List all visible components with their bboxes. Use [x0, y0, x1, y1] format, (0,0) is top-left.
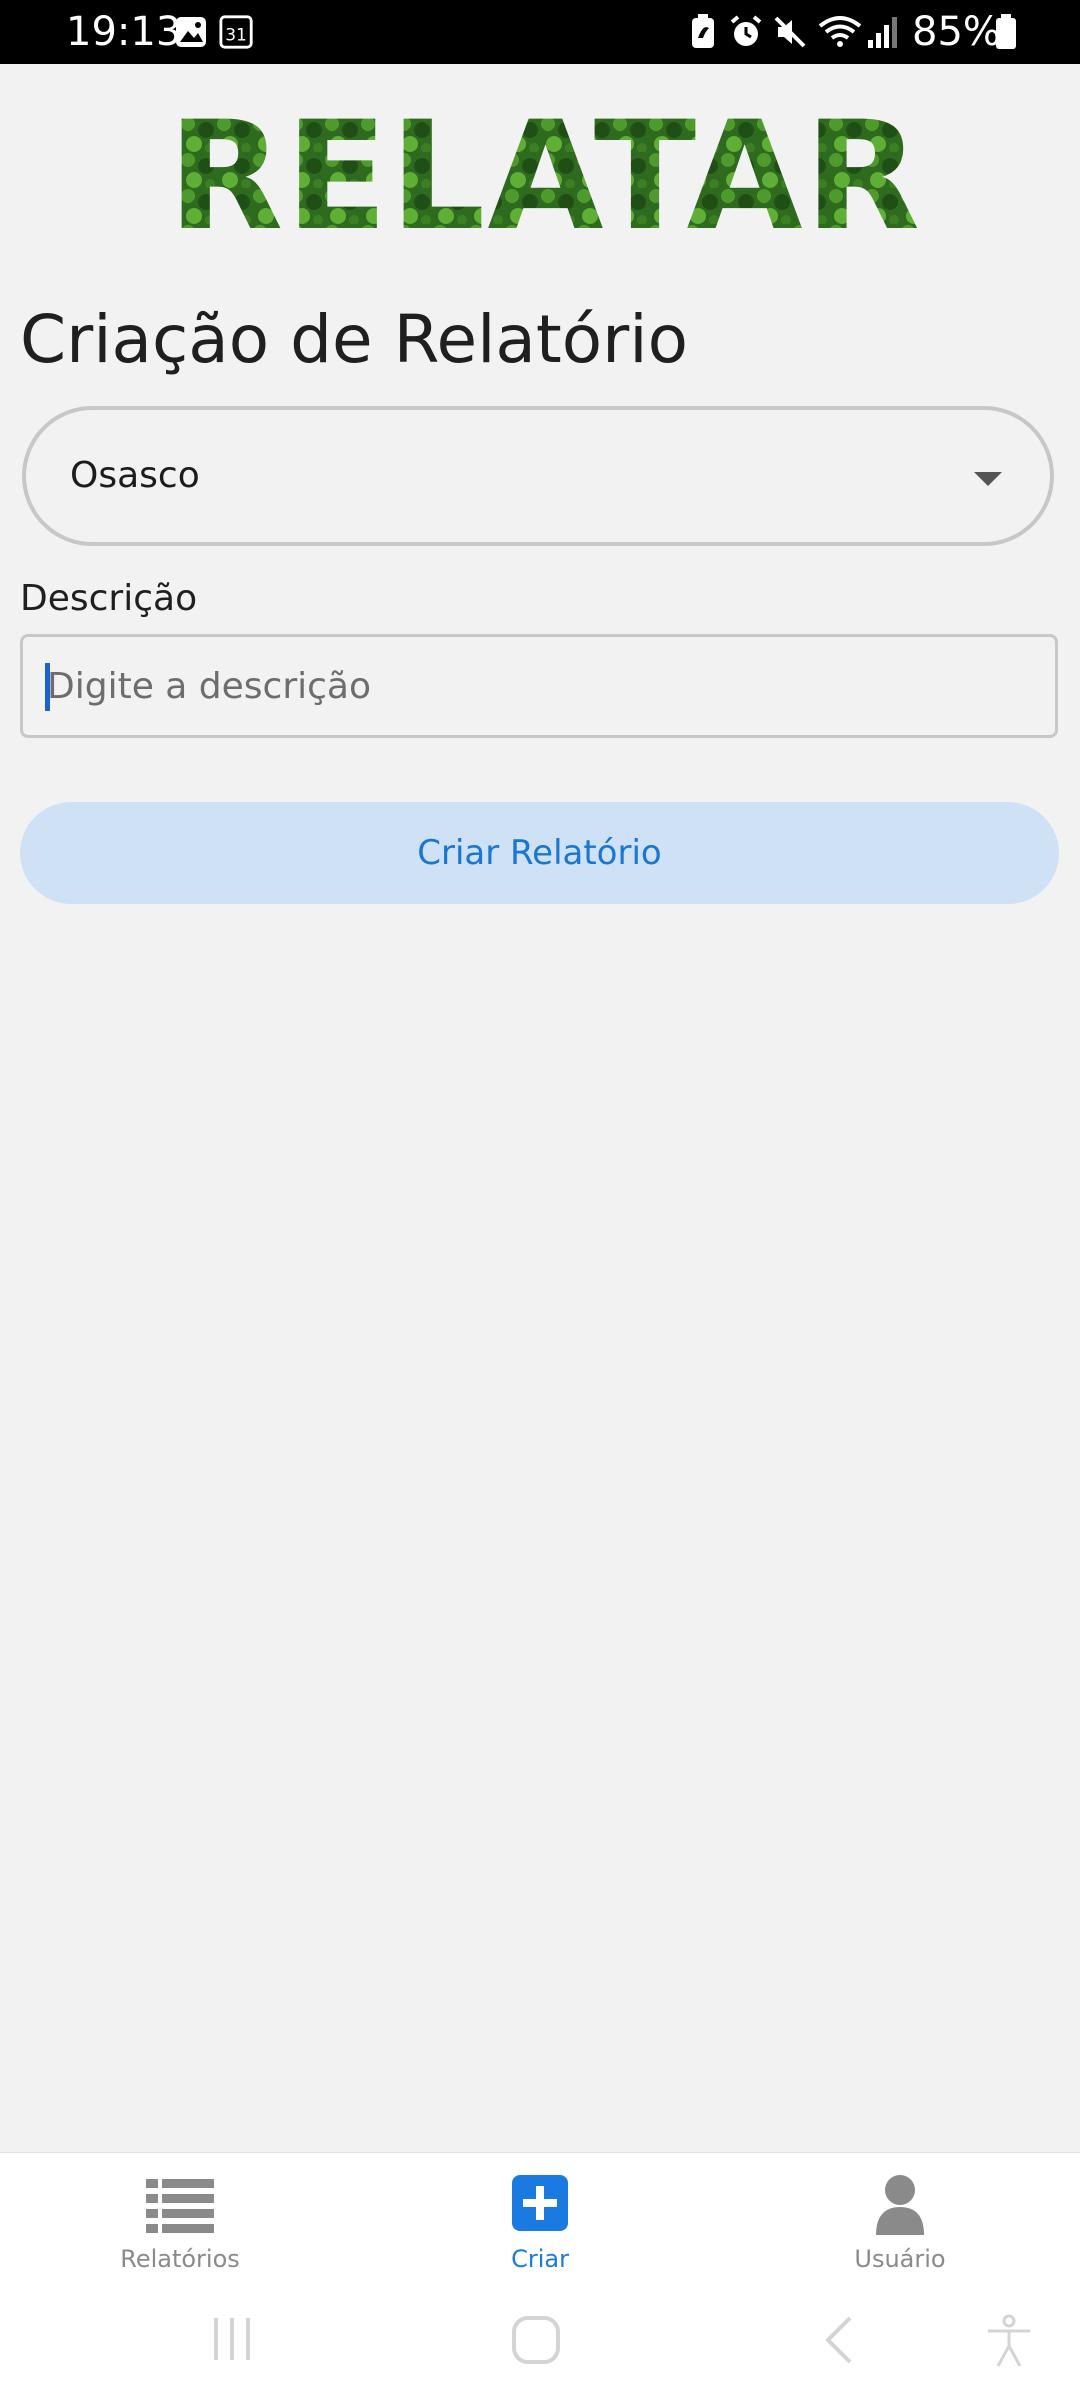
calendar-icon: 31: [219, 15, 253, 49]
accessibility-icon[interactable]: [984, 2314, 1034, 2368]
description-input[interactable]: [23, 637, 1055, 735]
nav-label-criar: Criar: [511, 2245, 569, 2273]
nav-label-usuario: Usuário: [854, 2245, 946, 2273]
status-time: 19:13: [66, 9, 182, 55]
nav-item-relatorios[interactable]: Relatórios: [0, 2153, 360, 2289]
city-select[interactable]: Osasco: [22, 406, 1054, 546]
user-icon: [876, 2175, 924, 2235]
battery-saver-icon: [692, 14, 714, 48]
back-icon[interactable]: [818, 2314, 858, 2366]
text-cursor: [45, 663, 50, 711]
wifi-icon: [818, 16, 862, 47]
mute-icon: [774, 16, 806, 48]
chevron-down-icon: [974, 472, 1002, 486]
home-icon[interactable]: [510, 2314, 562, 2366]
description-field-wrapper: [20, 634, 1058, 738]
gallery-icon: [176, 17, 206, 47]
nav-label-relatorios: Relatórios: [120, 2245, 240, 2273]
system-navigation-bar: [0, 2288, 1080, 2408]
nav-item-criar[interactable]: Criar: [360, 2153, 720, 2289]
app-logo: RELATAR: [168, 90, 922, 250]
create-report-button[interactable]: Criar Relatório: [20, 802, 1059, 904]
signal-icon: [868, 17, 897, 48]
logo-text: RELATAR: [168, 90, 922, 250]
bottom-navigation: Relatórios Criar Usuário: [0, 2152, 1080, 2289]
recents-icon[interactable]: [210, 2314, 258, 2364]
plus-square-icon: [512, 2175, 568, 2231]
battery-icon: [996, 14, 1016, 49]
calendar-day: 31: [225, 26, 247, 46]
alarm-icon: [730, 15, 762, 46]
city-select-value: Osasco: [70, 455, 200, 496]
description-label: Descrição: [20, 578, 198, 619]
status-bar: 19:13 31 85%: [0, 0, 1080, 64]
battery-percent: 85%: [912, 9, 1001, 55]
nav-item-usuario[interactable]: Usuário: [720, 2153, 1080, 2289]
list-icon: [146, 2179, 214, 2233]
page-title: Criação de Relatório: [20, 301, 688, 378]
